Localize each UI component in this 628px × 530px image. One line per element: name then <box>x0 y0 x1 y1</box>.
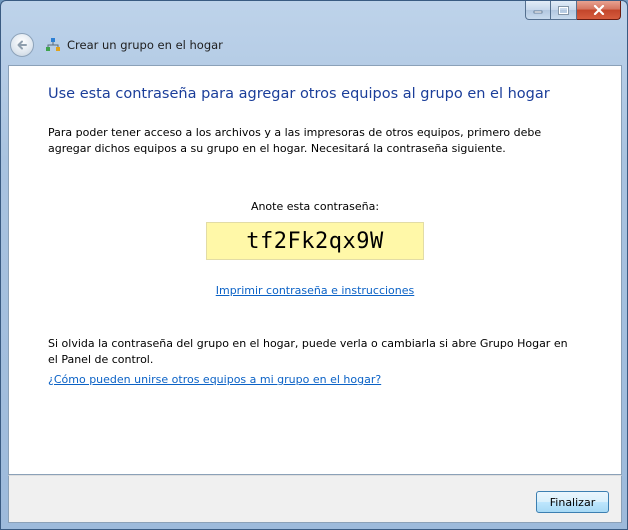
content-panel: Use esta contraseña para agregar otros e… <box>8 65 622 475</box>
maximize-button[interactable] <box>551 1 577 20</box>
back-button[interactable] <box>10 33 34 57</box>
join-help-link[interactable]: ¿Cómo pueden unirse otros equipos a mi g… <box>48 373 381 386</box>
navigation-bar: Crear un grupo en el hogar <box>1 21 627 65</box>
minimize-button[interactable] <box>525 1 551 20</box>
intro-text: Para poder tener acceso a los archivos y… <box>48 126 542 155</box>
dialog-window: Crear un grupo en el hogar Use esta cont… <box>0 0 628 530</box>
window-title: Crear un grupo en el hogar <box>67 38 223 52</box>
homegroup-icon <box>46 38 60 51</box>
password-display: tf2Fk2qx9W <box>206 222 424 260</box>
password-label: Anote esta contraseña: <box>250 200 380 213</box>
dialog-footer: Finalizar <box>8 475 622 523</box>
maximize-icon <box>558 5 569 15</box>
window-controls <box>525 1 621 21</box>
print-link-label[interactable]: Imprimir contraseña e instrucciones <box>216 284 415 297</box>
print-password-link[interactable]: Imprimir contraseña e instrucciones <box>9 284 621 297</box>
close-icon <box>593 5 604 15</box>
forgot-password-note: Si olvida la contraseña del grupo en el … <box>48 337 568 366</box>
close-button[interactable] <box>577 1 621 20</box>
page-heading: Use esta contraseña para agregar otros e… <box>48 86 550 102</box>
back-arrow-icon <box>17 40 27 50</box>
finish-button[interactable]: Finalizar <box>536 491 609 513</box>
minimize-icon <box>533 10 543 14</box>
